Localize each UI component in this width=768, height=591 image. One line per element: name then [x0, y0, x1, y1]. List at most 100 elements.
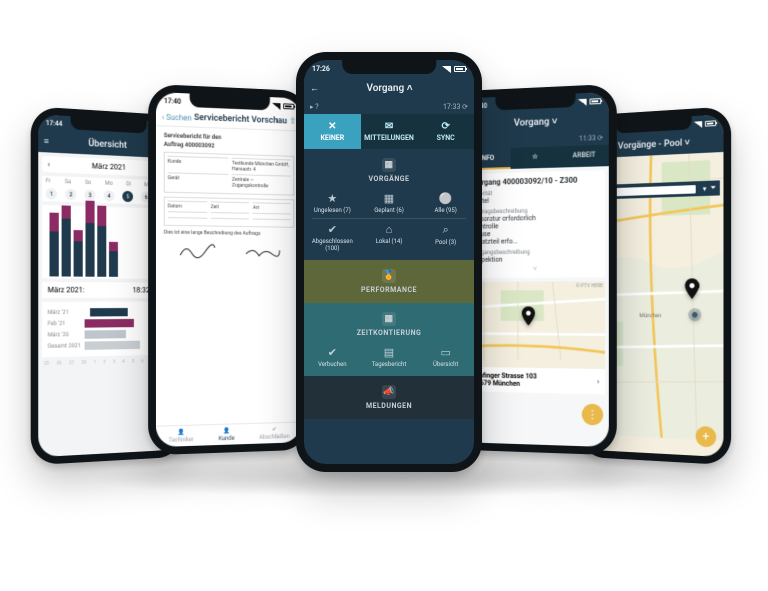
tab-abschliessen[interactable]: ✔Abschließen	[259, 426, 290, 441]
back-button[interactable]: ‹ Suchen	[162, 112, 192, 122]
address-line2: 81679 München	[473, 379, 537, 388]
cell-label: Alle (95)	[434, 207, 456, 214]
menu-cell[interactable]: ★Ungelesen (7)	[304, 188, 361, 218]
section-title: MELDUNGEN	[366, 402, 412, 410]
cell-label: Geplant (6)	[374, 207, 404, 214]
card-title: Vorgang 400003092/10 - Z300	[473, 175, 600, 187]
user-icon: 👤	[223, 427, 230, 434]
seg-sync[interactable]: ⟳SYNC	[417, 114, 474, 149]
crumb-right[interactable]: 17:33 ⟳	[443, 103, 468, 111]
order-line: Ersatzteil erfo...	[473, 237, 600, 246]
day-cell[interactable]: 1	[46, 188, 57, 200]
bar	[74, 230, 83, 277]
detail-card: Vorgang 400003092/10 - Z300 Priorität mi…	[467, 170, 605, 278]
cell-label: Tagesbericht	[372, 361, 407, 368]
bar	[85, 201, 94, 277]
fab-more[interactable]: ⋮	[582, 404, 603, 426]
menu-cell[interactable]: ⌂Lokal (14)	[361, 219, 418, 256]
map-pin-icon[interactable]	[684, 279, 701, 303]
day-cell[interactable]: 5	[122, 191, 133, 202]
sync-icon: ⟳	[417, 121, 474, 132]
cell-icon: ▤	[361, 346, 418, 359]
filter-icon[interactable]: ▾	[703, 184, 707, 193]
map-pin-icon[interactable]	[521, 306, 536, 329]
back-icon[interactable]: ←	[310, 83, 319, 94]
status-time: 17:26	[312, 65, 330, 73]
chevron-down-icon[interactable]: ˅	[473, 265, 600, 273]
funnel-icon[interactable]: ⏷	[710, 183, 716, 193]
menu-cell[interactable]: ▤ Tagesbericht	[361, 342, 418, 372]
chevron-right-icon[interactable]: ›	[597, 378, 599, 386]
value-order: Reparatur erforderlichKontrollePauseErsa…	[473, 213, 600, 246]
page-title[interactable]: Vorgang ˄	[366, 83, 412, 94]
cell-label: Abgeschlossen (100)	[312, 238, 353, 252]
tab-techniker[interactable]: 👤Techniker	[169, 429, 194, 444]
address-card[interactable]: Grafinger Strasse 103 81679 München ›	[467, 367, 605, 395]
weekday: Sa	[65, 178, 71, 185]
tab-bar[interactable]: INFO ☆ ARBEIT	[463, 145, 609, 171]
status-time: 17:40	[164, 97, 181, 106]
field-label: Gerät	[168, 172, 228, 190]
day-cell[interactable]: 4	[104, 190, 115, 201]
tab-arbeit[interactable]: ARBEIT	[559, 145, 609, 168]
segment-control[interactable]: ✕KEINER ✉MITTEILUNGEN ⟳SYNC	[304, 114, 474, 149]
cell-icon: ⌂	[361, 223, 418, 236]
menu-cell[interactable]: ✔ Abgeschlossen (100)	[304, 219, 361, 256]
cell-label: Verbuchen	[318, 361, 347, 368]
doc-title: Servicebericht für den	[164, 132, 295, 143]
section-title: VORGÄNGE	[369, 175, 410, 183]
notch	[616, 116, 692, 133]
weekday: Mo	[105, 180, 113, 187]
bar	[62, 205, 71, 276]
kpi-label: März 2021:	[48, 286, 85, 294]
cell-icon: ✔	[304, 223, 361, 236]
field-value: Testkunde München GmbH, Hansastr. 4	[232, 158, 291, 176]
wrench-icon: ✕	[304, 121, 361, 132]
mini-map[interactable]: © PTV HERE	[467, 281, 605, 369]
notch	[342, 60, 436, 74]
weekday: Fr	[46, 178, 51, 185]
chevron-left-icon[interactable]: ‹	[48, 160, 50, 169]
page-title[interactable]: Vorgänge - Pool ˅	[618, 138, 690, 152]
page-title[interactable]: Vorgang ˅	[514, 116, 558, 128]
hamburger-icon[interactable]: ≡	[44, 136, 49, 147]
month-label: März 2021	[92, 162, 126, 172]
cell-icon: ⌕	[417, 223, 474, 237]
menu-cell[interactable]: ⌕ Pool (3)	[417, 219, 474, 256]
cell-icon: ▭	[417, 346, 474, 359]
bottom-tabs[interactable]: 👤Techniker 👤Kunde ✔Abschließen	[156, 422, 302, 448]
value-process: Inspektion	[473, 255, 600, 264]
map-attribution: © PTV HERE	[576, 283, 603, 289]
map-location-dot-icon[interactable]	[687, 306, 704, 327]
calendar-icon: ▦	[382, 158, 396, 172]
cell-label: Pool (3)	[435, 239, 456, 246]
page-title: Servicebericht Vorschau	[194, 113, 287, 126]
cell-icon: ▦	[361, 192, 418, 205]
menu-cell[interactable]: ▭ Übersicht	[417, 342, 474, 372]
crumb-right[interactable]: 11:33 ⟳	[579, 134, 603, 143]
tab-kunde[interactable]: 👤Kunde	[219, 427, 235, 442]
section-title: PERFORMANCE	[361, 286, 417, 294]
crumb-left: ▸ ?	[310, 103, 319, 111]
section-performance[interactable]: 🏅 PERFORMANCE	[304, 260, 474, 303]
breadcrumb: ▸ ? 17:33 ⟳	[304, 100, 474, 114]
menu-cell[interactable]: ⚪Alle (95)	[417, 188, 474, 218]
bar	[109, 242, 118, 277]
menu-cell[interactable]: ▦ Geplant (6)	[361, 188, 418, 218]
seg-mitteilungen[interactable]: ✉MITTEILUNGEN	[361, 114, 418, 149]
document-preview[interactable]: Servicebericht für den Auftrag 400003092…	[156, 126, 302, 267]
weekday: So	[85, 179, 91, 186]
cell-label: Übersicht	[433, 361, 458, 368]
fab-add[interactable]: +	[696, 426, 716, 448]
badge-icon: 🏅	[382, 269, 396, 283]
tab-favorite[interactable]: ☆	[511, 146, 560, 169]
section-zeitkontierung: ▦ZEITKONTIERUNG ✔Verbuchen▤Tagesbericht▭…	[304, 303, 474, 376]
menu-cell[interactable]: ✔Verbuchen	[304, 342, 361, 372]
day-cell[interactable]: 2	[65, 189, 76, 201]
day-cell[interactable]: 3	[85, 189, 96, 200]
section-meldungen[interactable]: 📣MELDUNGEN	[304, 376, 474, 419]
app-bar: ← Vorgang ˄	[304, 78, 474, 100]
phone-servicebericht: 17:40 ‹ Suchen Servicebericht Vorschau ⇧…	[148, 84, 309, 455]
seg-keiner[interactable]: ✕KEINER	[304, 114, 361, 149]
bubble-icon: ✉	[361, 121, 418, 132]
